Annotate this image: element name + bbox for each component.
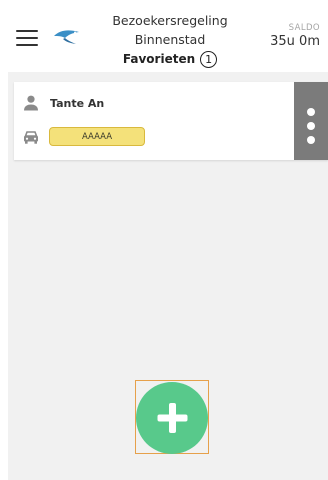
favorite-name-row: Tante An [22, 94, 104, 112]
favorite-name: Tante An [50, 96, 105, 110]
title-line-1: Bezoekersregeling [112, 13, 228, 28]
plus-icon [157, 403, 188, 433]
app-header: Bezoekersregeling Binnenstad Favorieten … [0, 0, 328, 72]
app-screen: Bezoekersregeling Binnenstad Favorieten … [0, 0, 328, 480]
hamburger-menu-icon[interactable] [16, 30, 38, 48]
saldo-display: SALDO 35u 0m [270, 23, 320, 49]
favorites-label: Favorieten [122, 52, 196, 66]
person-icon [24, 95, 38, 111]
favorite-plate-row: AAAAA [22, 127, 145, 146]
saldo-label: SALDO [288, 23, 320, 33]
title-line-2: Binnenstad [134, 32, 206, 47]
saldo-value: 35u 0m [270, 34, 320, 49]
vertical-dots-icon[interactable] [294, 82, 328, 160]
license-plate: AAAAA [49, 127, 145, 146]
page-title: Bezoekersregeling Binnenstad Favorieten … [100, 11, 240, 69]
bird-logo-icon [54, 30, 79, 44]
favorite-card[interactable]: Tante An AAAAA [14, 82, 328, 160]
favorites-count-badge: 1 [200, 51, 218, 68]
add-favorite-button[interactable] [136, 382, 208, 454]
favorites-heading: Favorieten 1 [100, 50, 240, 69]
car-icon [24, 130, 38, 144]
